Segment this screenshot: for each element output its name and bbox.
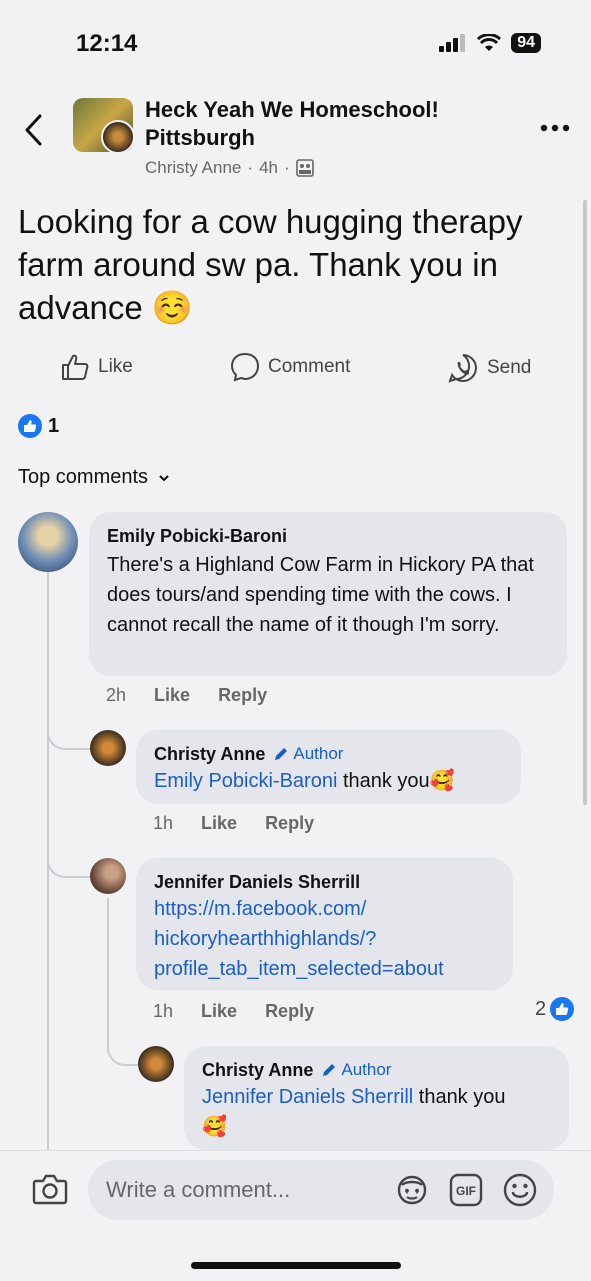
post-meta: Christy Anne · 4h · [145, 158, 314, 178]
like-button[interactable]: Like [60, 352, 133, 382]
comment-time: 2h [106, 685, 127, 705]
pencil-icon [323, 1064, 336, 1076]
group-avatar[interactable] [73, 98, 133, 152]
comment-bubble: Jennifer Daniels Sherrill https://m.face… [136, 858, 513, 990]
commenter-name[interactable]: Christy Anne [202, 1058, 313, 1082]
thread-connector [47, 720, 91, 750]
avatar[interactable] [90, 730, 126, 766]
like-thumb-icon [62, 354, 89, 380]
commenter-name[interactable]: Christy Anne [154, 742, 265, 766]
signal-icon [439, 34, 466, 52]
more-icon[interactable] [540, 124, 570, 132]
comment-actions: 1h Like Reply [153, 1001, 314, 1022]
comment-actions: 2h Like Reply [106, 685, 267, 706]
comment-button[interactable]: Comment [230, 352, 350, 382]
comment-text: There's a Highland Cow Farm in Hickory P… [107, 554, 534, 636]
comment-reaction-count[interactable]: 2 [535, 997, 575, 1021]
avatar[interactable] [18, 512, 78, 572]
send-label: Send [487, 357, 532, 378]
pencil-icon [275, 748, 288, 760]
mention-link[interactable]: Emily Pobicki-Baroni [154, 770, 337, 792]
reaction-summary[interactable]: 1 [18, 414, 59, 438]
scrollbar[interactable] [583, 200, 587, 805]
comment-bubble: Christy Anne Author Emily Pobicki-Baroni… [136, 730, 521, 804]
group-name[interactable]: Heck Yeah We Homeschool! Pittsburgh [145, 96, 439, 152]
thread-connector [107, 1028, 139, 1066]
avatar-sticker-icon[interactable] [394, 1173, 430, 1207]
emoji-icon[interactable] [502, 1172, 538, 1208]
comment-emoji: 🥰 [202, 1116, 227, 1138]
comment-reply-button[interactable]: Reply [265, 813, 314, 834]
post-author[interactable]: Christy Anne [145, 158, 241, 178]
battery-indicator: 94 [511, 33, 541, 53]
avatar[interactable] [138, 1046, 174, 1082]
svg-text:GIF: GIF [456, 1184, 476, 1198]
comment-actions: 1h Like Reply [153, 813, 314, 834]
group-privacy-icon [295, 159, 314, 177]
comment-reply-button[interactable]: Reply [218, 685, 267, 706]
comment-reply-button[interactable]: Reply [265, 1001, 314, 1022]
like-label: Like [98, 356, 133, 377]
thread-connector [47, 848, 91, 878]
thread-line [107, 898, 109, 1028]
avatar[interactable] [90, 858, 126, 894]
like-count: 1 [48, 414, 60, 437]
whatsapp-send-icon [448, 354, 477, 383]
like-reaction-icon [18, 414, 42, 438]
gif-icon[interactable]: GIF [449, 1173, 483, 1207]
home-indicator[interactable] [191, 1262, 401, 1269]
comment-label: Comment [268, 356, 351, 377]
post-time: 4h [259, 158, 278, 177]
comment-like-button[interactable]: Like [201, 813, 237, 834]
mention-link[interactable]: Jennifer Daniels Sherrill [202, 1086, 413, 1108]
like-reaction-icon [550, 997, 575, 1021]
author-badge: Author [321, 1058, 391, 1082]
author-badge: Author [273, 742, 343, 766]
chevron-down-icon [159, 474, 169, 481]
comment-like-button[interactable]: Like [201, 1001, 237, 1022]
author-mini-avatar [101, 120, 133, 152]
comments-filter[interactable]: Top comments [18, 466, 170, 489]
status-time: 12:14 [76, 30, 138, 57]
comment-bubble: Christy Anne Author Jennifer Daniels She… [184, 1046, 569, 1150]
commenter-name[interactable]: Emily Pobicki-Baroni [107, 524, 549, 548]
comment-time: 1h [153, 813, 174, 833]
send-button[interactable]: Send [447, 352, 531, 384]
comment-link[interactable]: https://m.facebook.com/ hickoryhearthhig… [154, 894, 495, 984]
comment-like-button[interactable]: Like [154, 685, 190, 706]
comment-bubble-icon [230, 352, 260, 382]
status-icons: 94 [439, 33, 541, 53]
comment-text: thank you🥰 [337, 770, 455, 792]
comment-time: 1h [153, 1001, 174, 1021]
comment-bubble: Emily Pobicki-Baroni There's a Highland … [89, 512, 567, 676]
back-chevron-icon[interactable] [24, 114, 44, 146]
comment-input-placeholder: Write a comment... [106, 1177, 291, 1202]
comment-text: thank you [413, 1086, 506, 1108]
wifi-icon [477, 34, 502, 51]
camera-icon[interactable] [32, 1173, 68, 1205]
post-text: Looking for a cow hugging therapy farm a… [18, 203, 523, 326]
commenter-name[interactable]: Jennifer Daniels Sherrill [154, 870, 495, 894]
